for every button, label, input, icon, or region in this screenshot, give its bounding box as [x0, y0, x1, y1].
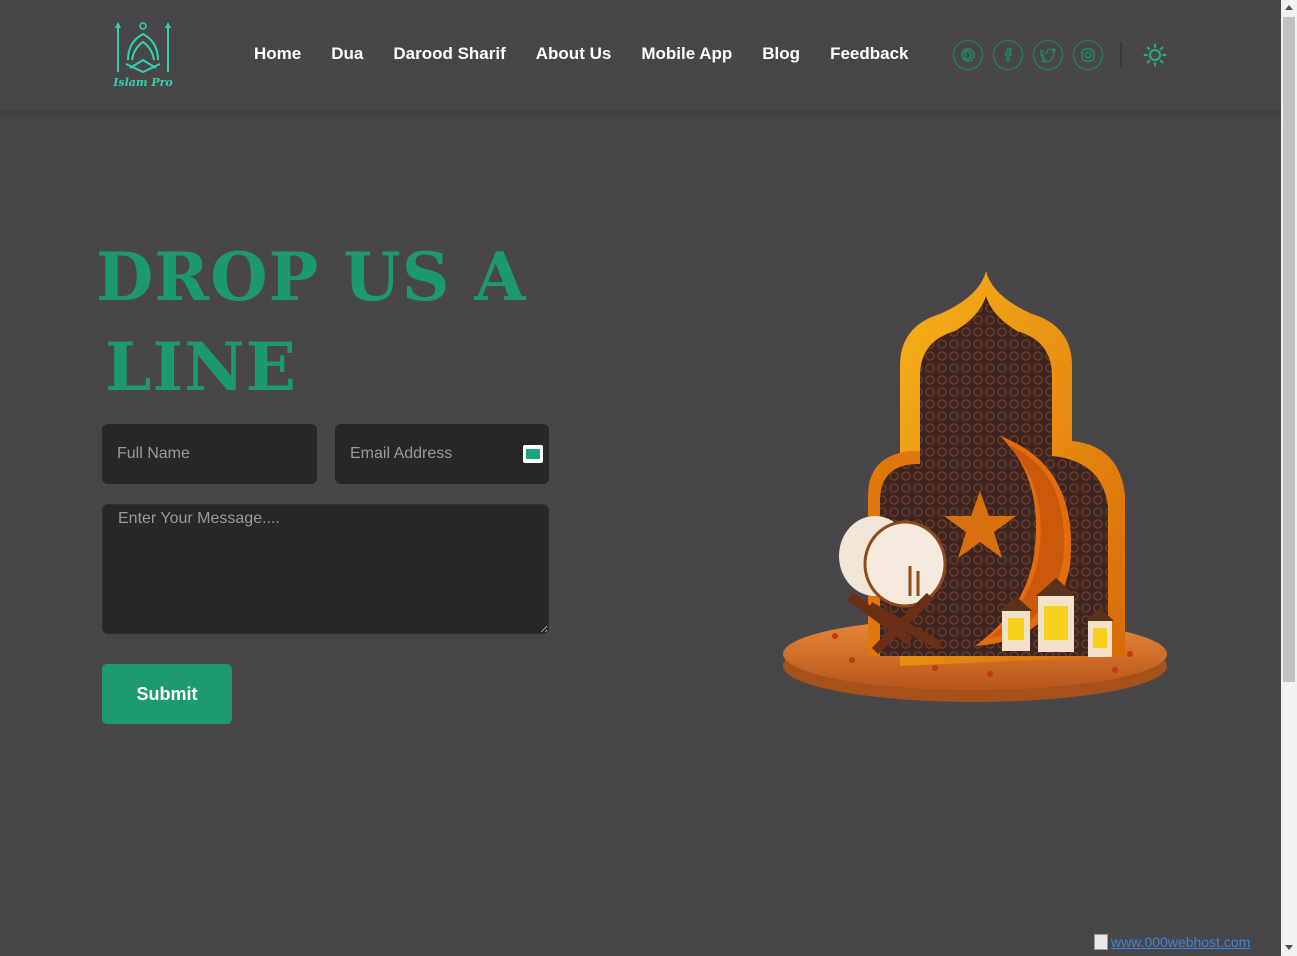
main-nav: Home Dua Darood Sharif About Us Mobile A…: [254, 42, 939, 66]
nav-feedback[interactable]: Feedback: [830, 42, 908, 66]
message-textarea[interactable]: [102, 504, 549, 634]
site-header: Islam Pro Home Dua Darood Sharif About U…: [0, 0, 1281, 110]
logo[interactable]: Islam Pro: [112, 20, 174, 94]
social-links: [953, 40, 1103, 70]
sun-icon[interactable]: [1142, 42, 1168, 68]
hosting-link[interactable]: www.000webhost.com: [1094, 934, 1250, 950]
email-input[interactable]: [335, 424, 549, 484]
page-scrollbar[interactable]: [1281, 0, 1297, 956]
broken-image-icon: [1094, 934, 1108, 950]
page-title-line-2: LINE: [105, 328, 297, 406]
facebook-icon[interactable]: [993, 40, 1023, 70]
submit-button[interactable]: Submit: [102, 664, 232, 724]
page-title: DROP US A LINE: [96, 232, 576, 412]
twitter-icon[interactable]: [1033, 40, 1063, 70]
nav-darood-sharif[interactable]: Darood Sharif: [393, 42, 505, 66]
mosque-logo-icon: [115, 22, 171, 74]
scroll-thumb[interactable]: [1283, 17, 1295, 682]
header-divider: [1120, 42, 1122, 68]
logo-text: Islam Pro: [113, 76, 173, 89]
nav-dua[interactable]: Dua: [331, 42, 363, 66]
nav-blog[interactable]: Blog: [762, 42, 800, 66]
nav-mobile-app[interactable]: Mobile App: [641, 42, 732, 66]
hosting-link-text: www.000webhost.com: [1111, 934, 1251, 950]
instagram-icon[interactable]: [1073, 40, 1103, 70]
nav-about-us[interactable]: About Us: [536, 42, 612, 66]
ramadan-illustration: [780, 266, 1176, 710]
scroll-up-arrow-icon[interactable]: [1285, 5, 1293, 10]
page-title-line-1: DROP US A: [96, 238, 527, 316]
dribbble-icon[interactable]: [953, 40, 983, 70]
full-name-input[interactable]: [102, 424, 317, 484]
autofill-extension-icon[interactable]: [523, 445, 543, 463]
nav-home[interactable]: Home: [254, 42, 301, 66]
scroll-down-arrow-icon[interactable]: [1285, 945, 1293, 950]
